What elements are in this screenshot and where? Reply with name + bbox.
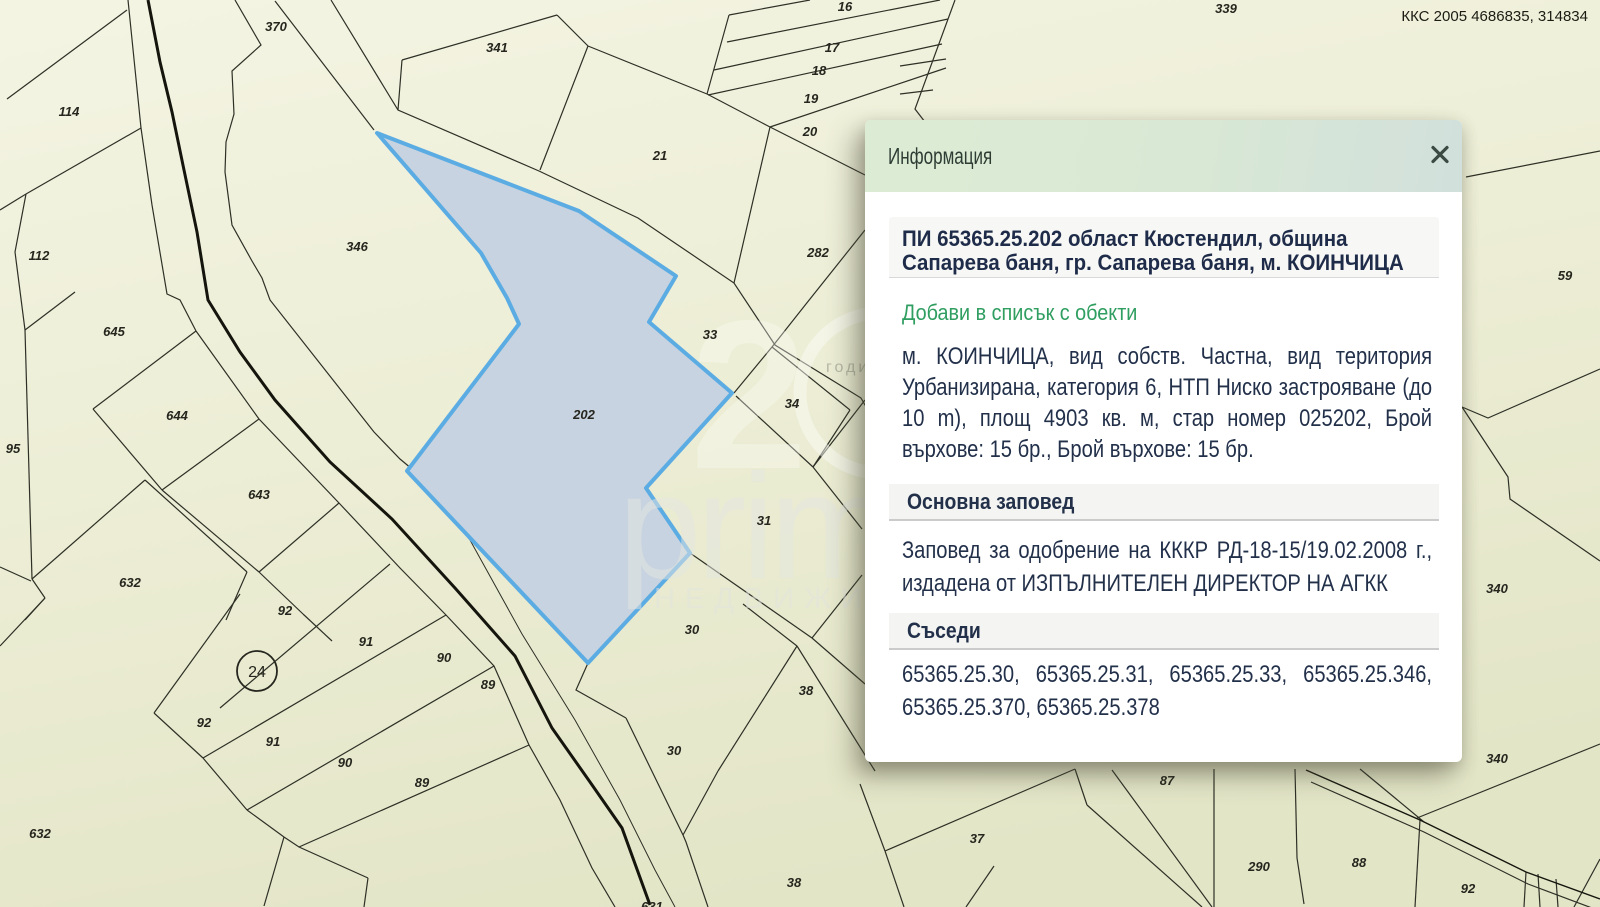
svg-text:290: 290 [1247, 859, 1270, 874]
svg-text:92: 92 [1461, 881, 1476, 896]
svg-text:643: 643 [248, 487, 270, 502]
svg-text:30: 30 [685, 622, 700, 637]
svg-text:340: 340 [1486, 751, 1508, 766]
svg-text:91: 91 [266, 734, 280, 749]
svg-text:645: 645 [103, 324, 125, 339]
svg-text:90: 90 [338, 755, 353, 770]
svg-text:89: 89 [481, 677, 496, 692]
svg-text:24: 24 [248, 664, 266, 681]
svg-text:282: 282 [806, 245, 829, 260]
svg-text:92: 92 [197, 715, 212, 730]
svg-text:90: 90 [437, 650, 452, 665]
svg-text:38: 38 [799, 683, 814, 698]
svg-text:632: 632 [119, 575, 141, 590]
svg-text:114: 114 [59, 104, 80, 119]
svg-text:ККС 2005 4686835, 314834: ККС 2005 4686835, 314834 [1401, 8, 1588, 25]
svg-text:631: 631 [641, 899, 663, 907]
svg-text:87: 87 [1160, 773, 1175, 788]
svg-text:339: 339 [1215, 1, 1237, 16]
svg-text:17: 17 [825, 40, 840, 55]
svg-text:92: 92 [278, 603, 293, 618]
svg-text:202: 202 [572, 407, 595, 422]
svg-text:31: 31 [757, 513, 771, 528]
svg-text:18: 18 [812, 63, 827, 78]
svg-text:19: 19 [804, 91, 819, 106]
svg-text:37: 37 [970, 831, 985, 846]
svg-text:59: 59 [1558, 268, 1573, 283]
svg-text:112: 112 [29, 248, 50, 263]
svg-text:21: 21 [652, 148, 667, 163]
svg-text:20: 20 [802, 124, 818, 139]
svg-text:38: 38 [787, 875, 802, 890]
svg-text:632: 632 [29, 826, 51, 841]
svg-text:88: 88 [1352, 855, 1367, 870]
svg-text:89: 89 [415, 775, 430, 790]
svg-text:341: 341 [486, 40, 508, 55]
svg-text:91: 91 [359, 634, 373, 649]
svg-text:34: 34 [785, 396, 800, 411]
svg-text:644: 644 [166, 408, 188, 423]
svg-text:30: 30 [667, 743, 682, 758]
svg-text:16: 16 [838, 0, 853, 14]
svg-text:370: 370 [265, 19, 287, 34]
svg-text:346: 346 [346, 239, 368, 254]
svg-text:95: 95 [6, 441, 21, 456]
svg-text:33: 33 [703, 327, 718, 342]
